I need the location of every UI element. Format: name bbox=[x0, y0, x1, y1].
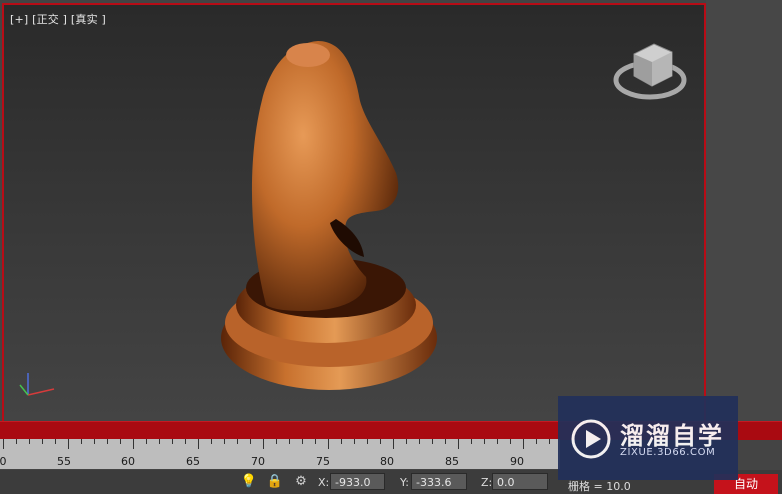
z-coordinate-field[interactable]: 0.0 bbox=[492, 473, 548, 490]
command-panel bbox=[706, 0, 782, 440]
tick-label: 55 bbox=[57, 455, 71, 468]
ruler-tick bbox=[445, 439, 446, 444]
ruler-tick bbox=[536, 439, 537, 444]
ruler-tick bbox=[406, 439, 407, 444]
watermark-title: 溜溜自学 bbox=[620, 422, 724, 450]
ruler-tick bbox=[133, 439, 134, 449]
ruler-tick bbox=[549, 439, 550, 444]
ruler-tick bbox=[68, 439, 69, 449]
ruler-tick bbox=[224, 439, 225, 444]
ruler-tick bbox=[16, 439, 17, 444]
ruler-tick bbox=[250, 439, 251, 444]
y-label: Y: bbox=[400, 476, 409, 489]
timeline-ruler[interactable]: 0 55 60 65 70 75 80 85 90 bbox=[0, 439, 560, 469]
y-coordinate-field[interactable]: -333.6 bbox=[411, 473, 467, 490]
ruler-tick bbox=[94, 439, 95, 444]
ruler-tick bbox=[81, 439, 82, 444]
ruler-tick bbox=[276, 439, 277, 444]
watermark-overlay: 溜溜自学 ZIXUE.3D66.COM bbox=[558, 396, 738, 480]
ruler-tick bbox=[354, 439, 355, 444]
ruler-tick bbox=[367, 439, 368, 444]
ruler-tick bbox=[328, 439, 329, 449]
ruler-tick bbox=[471, 439, 472, 444]
ruler-tick bbox=[198, 439, 199, 449]
axis-gizmo-icon bbox=[19, 373, 55, 396]
ruler-tick bbox=[263, 439, 264, 449]
tick-label: 75 bbox=[316, 455, 330, 468]
knight-ear bbox=[286, 43, 330, 67]
x-coordinate-field[interactable]: -933.0 bbox=[330, 473, 385, 490]
knight-chess-piece[interactable] bbox=[4, 5, 704, 422]
tick-label: 60 bbox=[121, 455, 135, 468]
tick-label: 0 bbox=[0, 455, 7, 468]
ruler-tick bbox=[172, 439, 173, 444]
ruler-tick bbox=[29, 439, 30, 444]
ruler-tick bbox=[315, 439, 316, 444]
watermark-url: ZIXUE.3D66.COM bbox=[620, 447, 716, 458]
ruler-tick bbox=[237, 439, 238, 444]
perspective-viewport[interactable]: [+] [正交 ] [真实 ] bbox=[2, 3, 706, 424]
ruler-tick bbox=[458, 439, 459, 449]
selection-mode-icon[interactable]: ⚙ bbox=[292, 473, 310, 491]
tick-label: 85 bbox=[445, 455, 459, 468]
ruler-tick bbox=[107, 439, 108, 444]
tick-label: 65 bbox=[186, 455, 200, 468]
ruler-tick bbox=[3, 439, 4, 449]
ruler-tick bbox=[380, 439, 381, 444]
grid-spacing-text: 栅格 = 10.0 bbox=[568, 480, 631, 493]
ruler-tick bbox=[523, 439, 524, 449]
lock-icon[interactable]: 🔒 bbox=[266, 473, 284, 491]
z-label: Z: bbox=[481, 476, 493, 489]
ruler-tick bbox=[432, 439, 433, 444]
ruler-tick bbox=[341, 439, 342, 444]
viewcube-icon[interactable] bbox=[612, 38, 692, 108]
ruler-tick bbox=[42, 439, 43, 444]
lightbulb-icon[interactable]: 💡 bbox=[240, 473, 258, 491]
tick-label: 70 bbox=[251, 455, 265, 468]
ruler-tick bbox=[484, 439, 485, 444]
ruler-tick bbox=[146, 439, 147, 444]
play-logo-icon bbox=[571, 419, 611, 459]
tick-label: 90 bbox=[510, 455, 524, 468]
ruler-tick bbox=[289, 439, 290, 444]
ruler-tick bbox=[497, 439, 498, 444]
ruler-tick bbox=[302, 439, 303, 444]
ruler-tick bbox=[510, 439, 511, 444]
ruler-tick bbox=[120, 439, 121, 444]
tick-label: 80 bbox=[380, 455, 394, 468]
ruler-tick bbox=[185, 439, 186, 444]
x-label: X: bbox=[318, 476, 330, 489]
ruler-tick bbox=[55, 439, 56, 444]
ruler-tick bbox=[393, 439, 394, 449]
ruler-tick bbox=[211, 439, 212, 444]
ruler-tick bbox=[159, 439, 160, 444]
ruler-tick bbox=[419, 439, 420, 444]
